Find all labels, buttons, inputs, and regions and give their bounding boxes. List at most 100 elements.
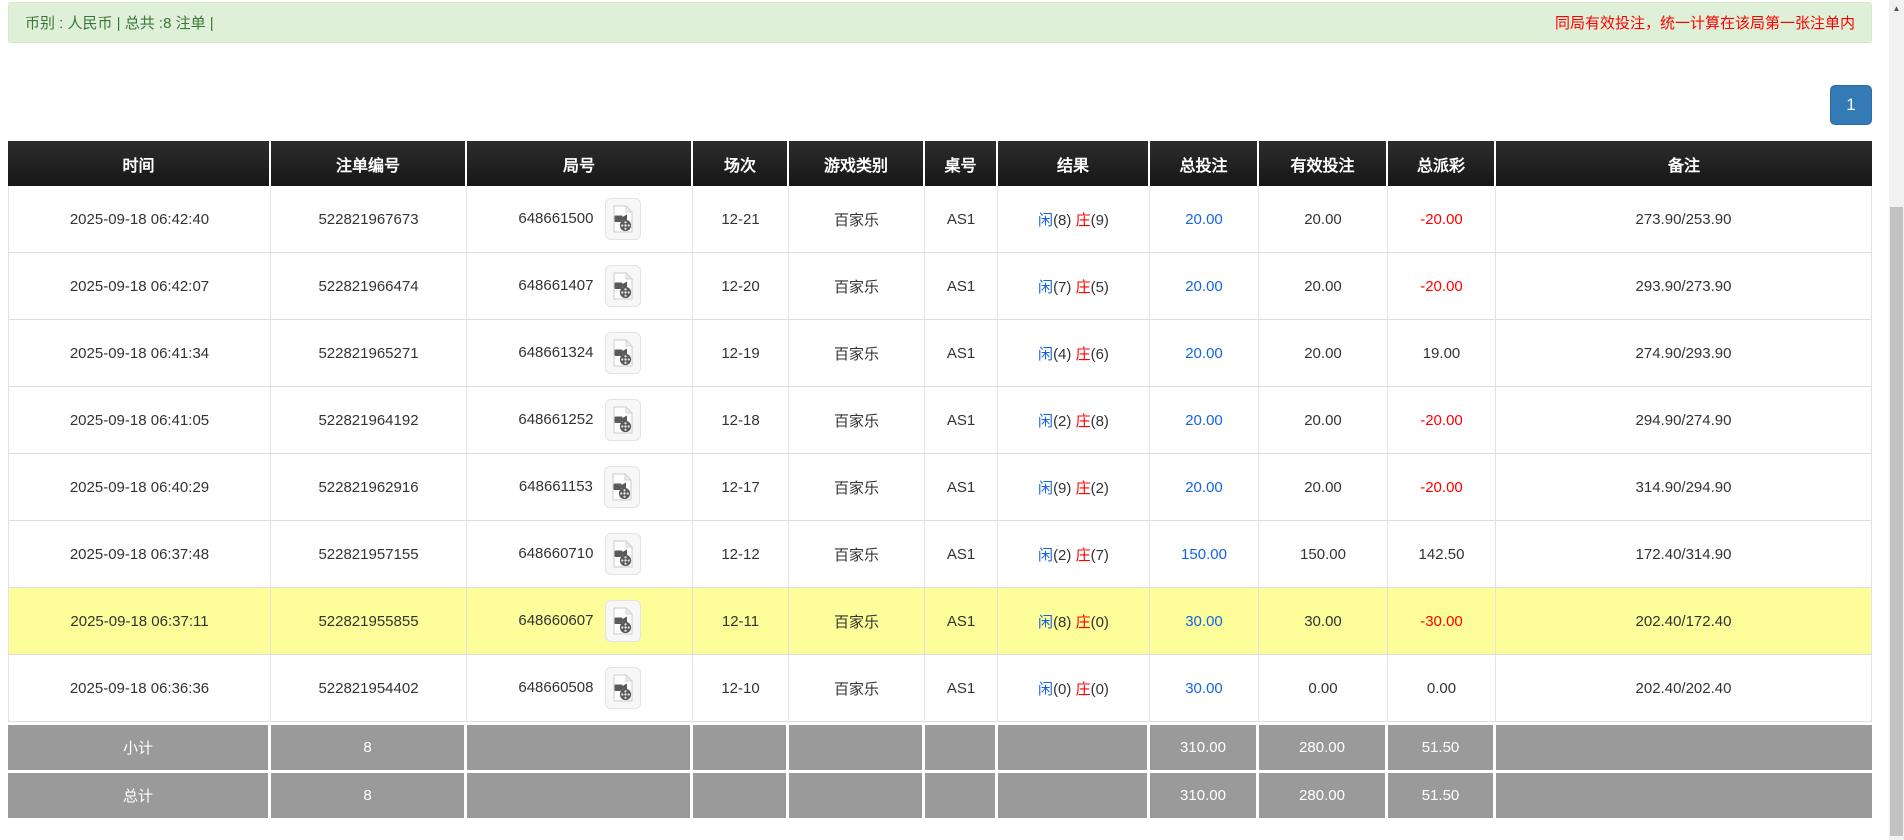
video-replay-button[interactable] (604, 667, 641, 709)
pagination-page-1-button[interactable]: 1 (1830, 85, 1872, 125)
valid-bet-value: 20.00 (1304, 277, 1342, 295)
video-replay-icon (613, 674, 633, 702)
column-header-remark: 备注 (1496, 141, 1872, 186)
valid-bet-value: 20.00 (1304, 344, 1342, 362)
result-player-label: 闲 (1038, 412, 1054, 430)
payout-value: 19.00 (1422, 344, 1461, 362)
result-player-score: (0) (1053, 680, 1072, 698)
result-player-label: 闲 (1038, 211, 1054, 229)
footer-count-cell: 8 (271, 722, 467, 770)
result-player-label: 闲 (1038, 613, 1054, 631)
game-type-value: 百家乐 (833, 345, 879, 363)
payout-value: -20.00 (1420, 478, 1463, 496)
bet-no-value: 522821954402 (318, 679, 419, 697)
result-banker-label: 庄 (1075, 278, 1091, 296)
table-row: 2025-09-18 06:41:34 522821965271 648661324… (8, 320, 1872, 387)
total-bet-link[interactable]: 20.00 (1185, 211, 1223, 228)
bet-no-value: 522821965271 (318, 344, 419, 362)
total-bet-link[interactable]: 150.00 (1181, 546, 1227, 563)
result-cell: 闲(8) 庄(0) (998, 588, 1150, 655)
valid-bet-cell: 20.00 (1259, 253, 1388, 320)
result-player-score: (9) (1053, 479, 1072, 497)
round-no-cell: 648661500 (467, 186, 693, 253)
result-player-score: (2) (1053, 412, 1072, 430)
payout-cell: 0.00 (1388, 655, 1496, 722)
session-cell: 12-19 (693, 320, 789, 387)
total-bet-link[interactable]: 20.00 (1185, 345, 1223, 362)
table-no-value: AS1 (946, 277, 976, 295)
round-no-value: 648661252 (518, 410, 594, 428)
valid-bet-cell: 20.00 (1259, 320, 1388, 387)
payout-value: 0.00 (1426, 679, 1457, 697)
remark-cell: 172.40/314.90 (1496, 521, 1872, 588)
total-bet-link[interactable]: 30.00 (1185, 613, 1223, 630)
session-value: 12-10 (721, 679, 760, 697)
table-no-cell: AS1 (925, 320, 998, 387)
total-bet-link[interactable]: 30.00 (1185, 680, 1223, 697)
game-type-value: 百家乐 (833, 211, 879, 229)
video-replay-button[interactable] (604, 198, 641, 240)
vertical-scrollbar[interactable]: ▲ (1889, 0, 1904, 840)
session-cell: 12-12 (693, 521, 789, 588)
scrollbar-thumb[interactable] (1890, 207, 1903, 836)
scrollbar-up-arrow-icon[interactable]: ▲ (1889, 0, 1904, 17)
payout-cell: 19.00 (1388, 320, 1496, 387)
session-value: 12-11 (721, 612, 760, 630)
total-bet-link[interactable]: 20.00 (1185, 278, 1223, 295)
bet-no-value: 522821955855 (318, 612, 419, 630)
payout-value: -30.00 (1420, 612, 1463, 630)
payout-value: -20.00 (1420, 411, 1463, 429)
game-type-cell: 百家乐 (789, 655, 925, 722)
column-header-game-type: 游戏类别 (789, 141, 925, 186)
bet-no-value: 522821957155 (318, 545, 419, 563)
footer-count-cell: 8 (271, 770, 467, 818)
video-replay-button[interactable] (604, 466, 641, 508)
grandtotal-row: 总计 8 310.00 280.00 51.50 (8, 770, 1872, 818)
bet-no-value: 522821967673 (318, 210, 419, 228)
video-replay-icon (613, 339, 633, 367)
session-cell: 12-10 (693, 655, 789, 722)
remark-value: 294.90/274.90 (1635, 411, 1732, 429)
table-no-value: AS1 (946, 411, 976, 429)
table-no-value: AS1 (946, 210, 976, 228)
remark-value: 172.40/314.90 (1635, 545, 1732, 563)
time-value: 2025-09-18 06:36:36 (69, 679, 210, 697)
table-no-cell: AS1 (925, 521, 998, 588)
payout-cell: 142.50 (1388, 521, 1496, 588)
result-player-label: 闲 (1038, 546, 1054, 564)
video-replay-button[interactable] (604, 265, 641, 307)
total-bet-link[interactable]: 20.00 (1185, 479, 1223, 496)
footer-total-bet-cell: 310.00 (1150, 722, 1259, 770)
video-replay-button[interactable] (604, 600, 641, 642)
remark-cell: 274.90/293.90 (1496, 320, 1872, 387)
round-no-value: 648661500 (518, 209, 594, 227)
video-replay-button[interactable] (604, 533, 641, 575)
table-no-value: AS1 (946, 612, 976, 630)
time-value: 2025-09-18 06:41:05 (69, 411, 210, 429)
total-bet-cell: 20.00 (1150, 454, 1259, 521)
session-cell: 12-11 (693, 588, 789, 655)
bet-no-value: 522821966474 (318, 277, 419, 295)
result-banker-score: (2) (1090, 479, 1109, 497)
total-bet-link[interactable]: 20.00 (1185, 412, 1223, 429)
table-no-cell: AS1 (925, 186, 998, 253)
payout-cell: -20.00 (1388, 186, 1496, 253)
round-no-cell: 648660508 (467, 655, 693, 722)
bet-no-value: 522821962916 (318, 478, 419, 496)
footer-total-bet-cell: 310.00 (1150, 770, 1259, 818)
column-header-result: 结果 (998, 141, 1150, 186)
footer-empty-cell (998, 722, 1150, 770)
session-cell: 12-20 (693, 253, 789, 320)
video-replay-button[interactable] (604, 332, 641, 374)
bet-no-cell: 522821955855 (271, 588, 467, 655)
game-type-value: 百家乐 (833, 412, 879, 430)
total-bet-cell: 30.00 (1150, 588, 1259, 655)
footer-valid-bet-cell: 280.00 (1259, 770, 1388, 818)
video-replay-icon (613, 205, 633, 233)
round-no-cell: 648661324 (467, 320, 693, 387)
result-player-score: (2) (1053, 546, 1072, 564)
session-value: 12-12 (721, 545, 760, 563)
time-cell: 2025-09-18 06:41:05 (8, 387, 271, 454)
video-replay-button[interactable] (604, 399, 641, 441)
table-no-value: AS1 (946, 478, 976, 496)
